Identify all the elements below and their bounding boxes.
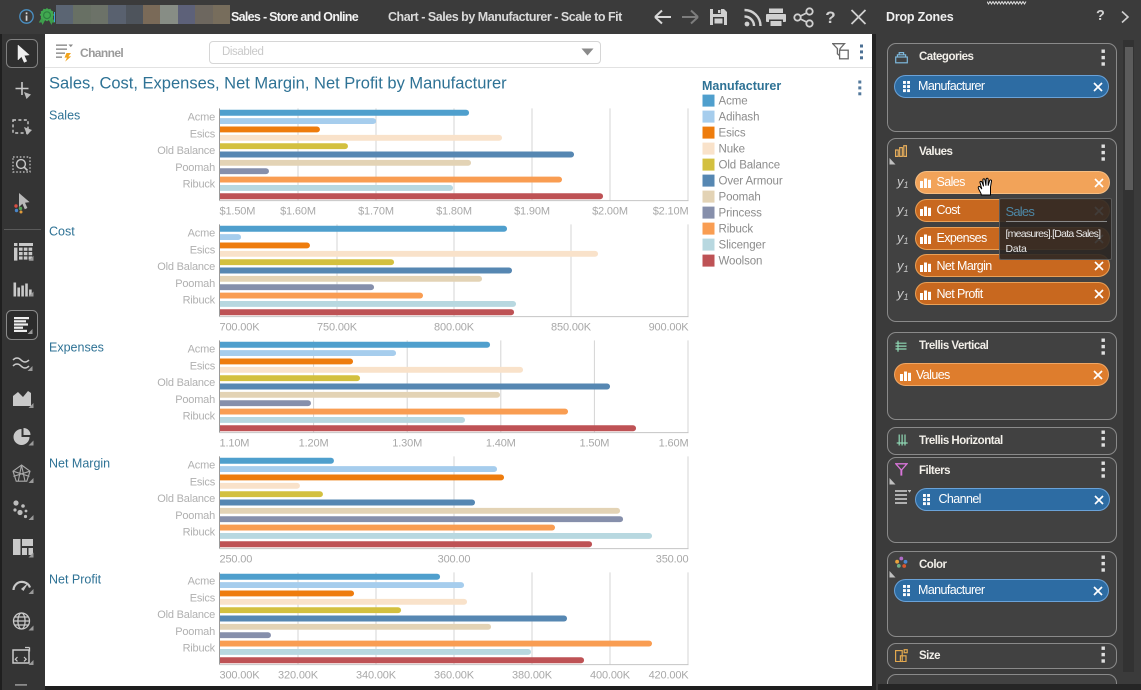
svg-text:Expenses: Expenses xyxy=(49,340,104,354)
svg-text:Old Balance: Old Balance xyxy=(157,261,215,273)
svg-text:Slicenger: Slicenger xyxy=(719,240,766,252)
svg-text:$2.10M: $2.10M xyxy=(653,206,689,218)
svg-text:$1.60M: $1.60M xyxy=(280,206,316,218)
svg-text:Adihash: Adihash xyxy=(719,112,760,124)
svg-text:300.00K: 300.00K xyxy=(220,670,261,682)
svg-text:1.60M: 1.60M xyxy=(659,438,689,450)
svg-text:Cost: Cost xyxy=(49,224,75,238)
svg-text:Old Balance: Old Balance xyxy=(157,377,215,389)
svg-text:Esics: Esics xyxy=(190,128,216,140)
svg-text:Esics: Esics xyxy=(190,476,216,488)
svg-text:Ribuck: Ribuck xyxy=(183,527,216,539)
svg-text:Old Balance: Old Balance xyxy=(157,609,215,621)
svg-text:340.00K: 340.00K xyxy=(356,670,397,682)
svg-text:Ribuck: Ribuck xyxy=(183,643,216,655)
svg-text:Princess: Princess xyxy=(719,208,763,220)
svg-text:1.10M: 1.10M xyxy=(220,438,250,450)
svg-text:Poomah: Poomah xyxy=(175,394,215,406)
svg-text:Sales: Sales xyxy=(49,108,80,122)
svg-text:Acme: Acme xyxy=(188,460,215,472)
svg-text:$1.80M: $1.80M xyxy=(436,206,472,218)
svg-text:320.00K: 320.00K xyxy=(278,670,319,682)
svg-text:Acme: Acme xyxy=(188,576,215,588)
svg-text:1.50M: 1.50M xyxy=(579,438,609,450)
svg-text:Ribuck: Ribuck xyxy=(719,224,754,236)
svg-text:$1.90M: $1.90M xyxy=(514,206,550,218)
svg-text:Old Balance: Old Balance xyxy=(157,145,215,157)
svg-text:Poomah: Poomah xyxy=(719,192,761,204)
svg-text:750.00K: 750.00K xyxy=(317,322,358,334)
svg-text:380.00K: 380.00K xyxy=(512,670,553,682)
svg-text:Ribuck: Ribuck xyxy=(183,179,216,191)
svg-text:1.40M: 1.40M xyxy=(486,438,516,450)
svg-text:250.00: 250.00 xyxy=(220,554,253,566)
svg-text:Woolson: Woolson xyxy=(719,256,763,268)
svg-text:Old Balance: Old Balance xyxy=(157,493,215,505)
svg-text:Old Balance: Old Balance xyxy=(719,160,781,172)
svg-text:$1.70M: $1.70M xyxy=(358,206,394,218)
svg-text:400.00K: 400.00K xyxy=(590,670,631,682)
svg-text:Poomah: Poomah xyxy=(175,510,215,522)
svg-text:1.20M: 1.20M xyxy=(299,438,329,450)
svg-text:300.00: 300.00 xyxy=(438,554,471,566)
svg-text:Poomah: Poomah xyxy=(175,626,215,638)
svg-text:420.00K: 420.00K xyxy=(649,670,690,682)
svg-text:Acme: Acme xyxy=(188,228,215,240)
svg-text:Manufacturer: Manufacturer xyxy=(702,79,781,93)
svg-text:700.00K: 700.00K xyxy=(220,322,261,334)
svg-text:360.00K: 360.00K xyxy=(434,670,475,682)
svg-text:?: ? xyxy=(825,8,835,27)
svg-text:Esics: Esics xyxy=(190,244,216,256)
svg-text:Poomah: Poomah xyxy=(175,278,215,290)
svg-text:1.30M: 1.30M xyxy=(392,438,422,450)
svg-text:$2.00M: $2.00M xyxy=(592,206,628,218)
svg-text:Acme: Acme xyxy=(188,112,215,124)
svg-text:$1.50M: $1.50M xyxy=(220,206,256,218)
svg-text:Poomah: Poomah xyxy=(175,162,215,174)
svg-text:Acme: Acme xyxy=(188,344,215,356)
svg-text:Esics: Esics xyxy=(190,592,216,604)
svg-text:Nuke: Nuke xyxy=(719,144,745,156)
svg-text:Esics: Esics xyxy=(719,128,746,140)
svg-text:Over Armour: Over Armour xyxy=(719,176,783,188)
svg-text:Net Profit: Net Profit xyxy=(49,572,102,586)
svg-text:Esics: Esics xyxy=(190,360,216,372)
svg-text:Sales, Cost, Expenses, Net Mar: Sales, Cost, Expenses, Net Margin, Net P… xyxy=(49,75,507,93)
svg-text:Acme: Acme xyxy=(719,96,748,108)
svg-text:Net Margin: Net Margin xyxy=(49,456,110,470)
svg-text:850.00K: 850.00K xyxy=(551,322,592,334)
svg-text:900.00K: 900.00K xyxy=(649,322,690,334)
svg-text:Ribuck: Ribuck xyxy=(183,411,216,423)
svg-text:Ribuck: Ribuck xyxy=(183,295,216,307)
svg-text:800.00K: 800.00K xyxy=(434,322,475,334)
svg-text:350.00: 350.00 xyxy=(656,554,689,566)
